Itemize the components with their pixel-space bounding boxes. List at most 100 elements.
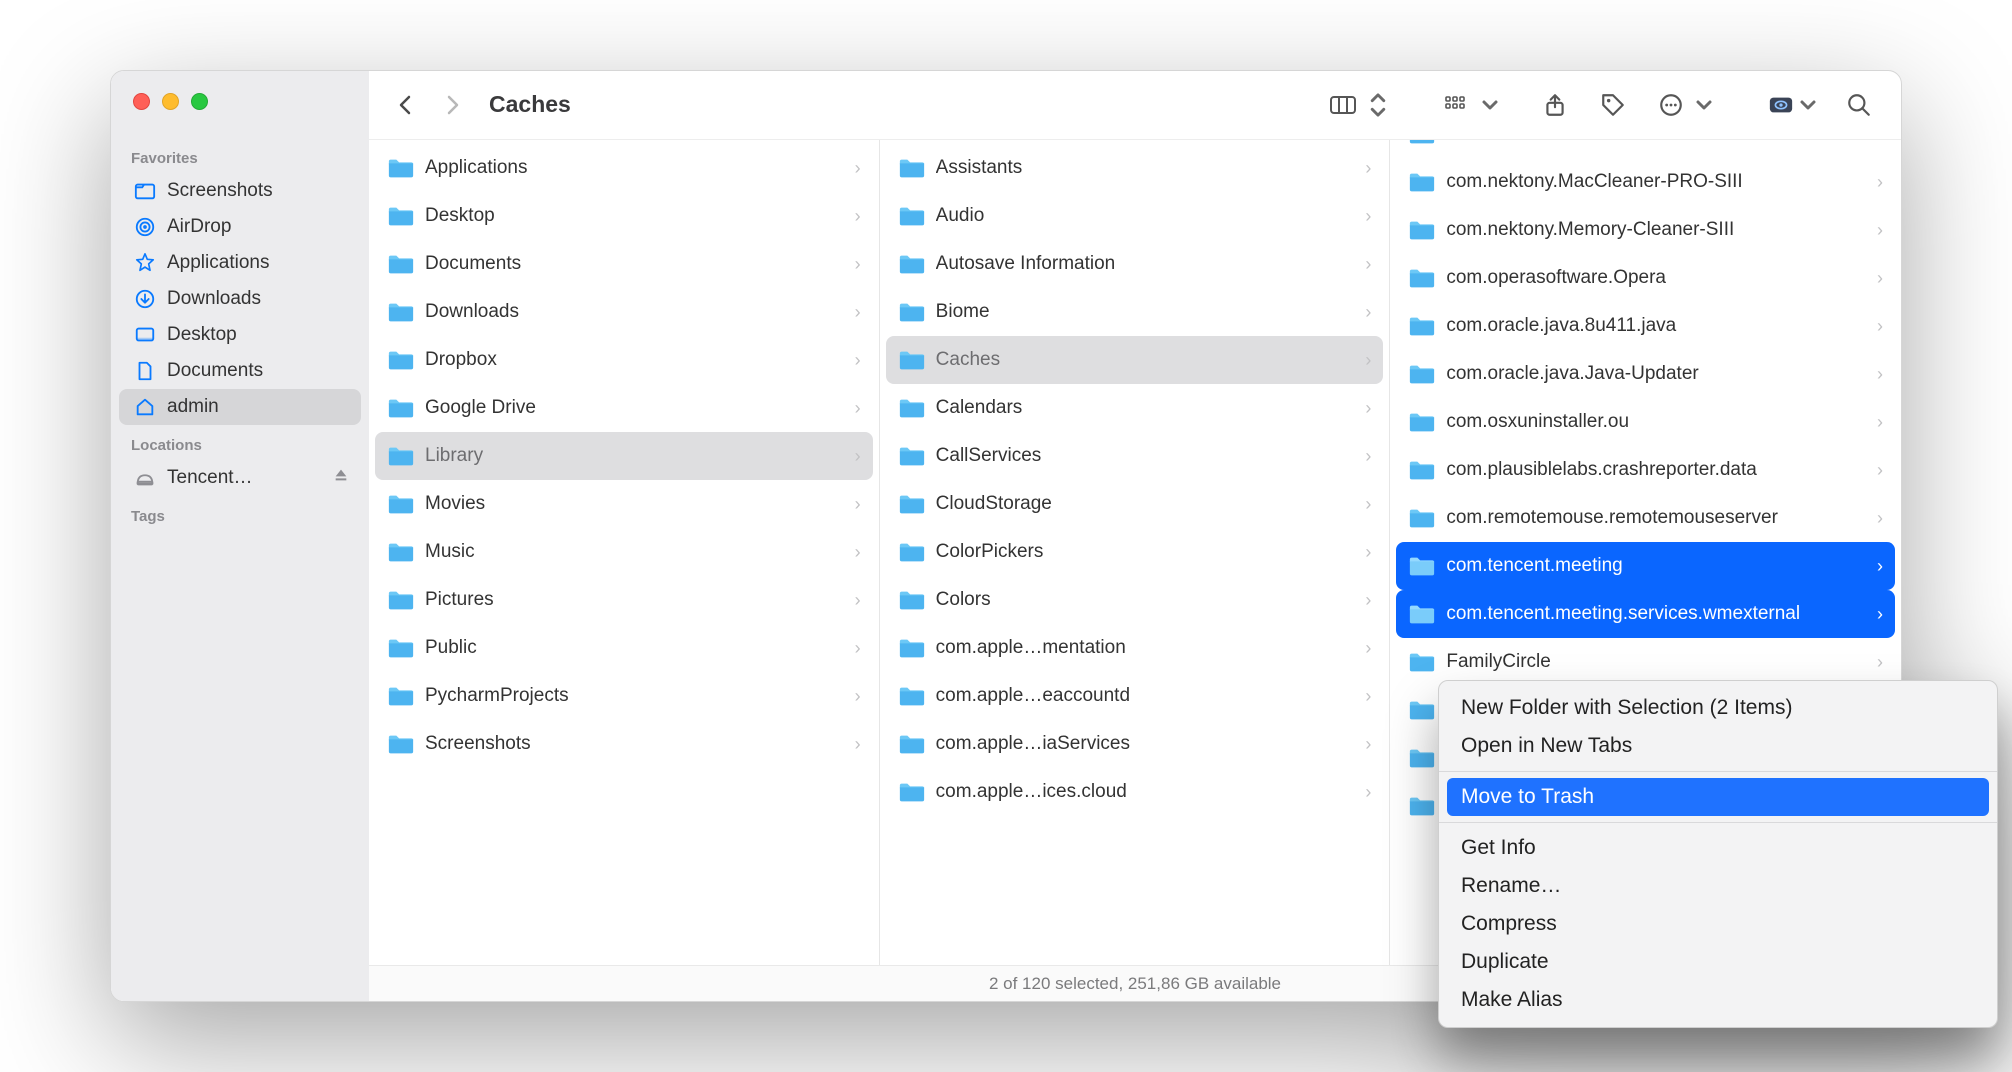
quicklook-button[interactable] [1759, 83, 1803, 127]
folder-row[interactable]: com.nektony.Memory-Cleaner-SIII› [1396, 206, 1895, 254]
folder-row[interactable]: Audio› [886, 192, 1384, 240]
folder-icon [387, 252, 415, 276]
folder-row[interactable]: com.apple…mentation› [886, 624, 1384, 672]
folder-row[interactable]: Biome› [886, 288, 1384, 336]
context-menu-item-label: Rename… [1461, 874, 1561, 898]
sidebar: Favorites Screenshots AirDrop Applicatio… [111, 71, 369, 1001]
folder-row[interactable]: com.operasoftware.Opera› [1396, 254, 1895, 302]
context-menu[interactable]: New Folder with Selection (2 Items)Open … [1438, 680, 1998, 1028]
folder-row[interactable]: Music› [375, 528, 873, 576]
folder-row[interactable]: ColorPickers› [886, 528, 1384, 576]
folder-icon [898, 300, 926, 324]
folder-row[interactable]: Assistants› [886, 144, 1384, 192]
folder-row[interactable]: Pictures› [375, 576, 873, 624]
context-menu-item-label: Get Info [1461, 836, 1536, 860]
eject-icon[interactable] [333, 467, 349, 489]
folder-row[interactable]: com.apple…ices.cloud› [886, 768, 1384, 816]
chevron-right-icon: › [1877, 172, 1883, 193]
column-1[interactable]: Applications›Desktop›Documents›Downloads… [369, 140, 880, 965]
folder-row[interactable]: Autosave Information› [886, 240, 1384, 288]
context-menu-item[interactable]: Rename… [1439, 867, 1997, 905]
folder-row[interactable]: Documents› [375, 240, 873, 288]
group-by-dropdown[interactable] [1481, 83, 1499, 127]
folder-row[interactable]: FamilyCircle› [1396, 638, 1895, 686]
folder-icon [898, 444, 926, 468]
folder-row[interactable]: PycharmProjects› [375, 672, 873, 720]
sidebar-item-tencent-disk[interactable]: Tencent… [119, 460, 361, 496]
folder-row[interactable]: com.osxuninstaller.ou› [1396, 398, 1895, 446]
folder-icon [387, 684, 415, 708]
sidebar-item-admin[interactable]: admin [119, 389, 361, 425]
folder-label: com.plausiblelabs.crashreporter.data [1446, 459, 1867, 481]
folder-row[interactable]: com.apple…iaServices› [886, 720, 1384, 768]
search-button[interactable] [1837, 83, 1881, 127]
back-button[interactable] [385, 85, 425, 125]
home-icon [133, 395, 157, 419]
fullscreen-window-button[interactable] [191, 93, 208, 110]
folder-label: Biome [936, 301, 1356, 323]
column-2[interactable]: Assistants›Audio›Autosave Information›Bi… [880, 140, 1391, 965]
context-menu-item[interactable]: Get Info [1439, 829, 1997, 867]
folder-icon [1408, 218, 1436, 242]
chevron-right-icon: › [855, 158, 861, 179]
minimize-window-button[interactable] [162, 93, 179, 110]
folder-row[interactable]: CloudStorage› [886, 480, 1384, 528]
folder-row[interactable]: Caches› [886, 336, 1384, 384]
folder-row[interactable]: com.tencent.meeting› [1396, 542, 1895, 590]
folder-icon [387, 204, 415, 228]
context-menu-item[interactable]: New Folder with Selection (2 Items) [1439, 689, 1997, 727]
folder-icon [1408, 314, 1436, 338]
folder-row[interactable]: com.apple…eaccountd› [886, 672, 1384, 720]
context-menu-item-label: Move to Trash [1461, 785, 1594, 809]
view-columns-button[interactable] [1321, 83, 1365, 127]
folder-row[interactable]: Library› [375, 432, 873, 480]
context-menu-item[interactable]: Duplicate [1439, 943, 1997, 981]
folder-row[interactable]: Public› [375, 624, 873, 672]
group-by-button[interactable] [1435, 83, 1479, 127]
folder-row[interactable]: Dropbox› [375, 336, 873, 384]
close-window-button[interactable] [133, 93, 150, 110]
view-options-dropdown[interactable] [1367, 83, 1389, 127]
share-button[interactable] [1533, 83, 1577, 127]
folder-row[interactable]: com.oracle.java.8u411.java› [1396, 302, 1895, 350]
folder-row[interactable]: Desktop› [375, 192, 873, 240]
context-menu-item[interactable]: Open in New Tabs [1439, 727, 1997, 765]
folder-row[interactable]: com.oracle.java.Java-Updater› [1396, 350, 1895, 398]
context-menu-item[interactable]: Make Alias [1439, 981, 1997, 1019]
folder-row[interactable]: Screenshots› [375, 720, 873, 768]
folder-row[interactable]: Google Drive› [375, 384, 873, 432]
sidebar-item-screenshots[interactable]: Screenshots [119, 173, 361, 209]
folder-row[interactable]: Movies› [375, 480, 873, 528]
folder-row[interactable]: CallServices› [886, 432, 1384, 480]
action-menu-dropdown[interactable] [1695, 83, 1713, 127]
folder-row[interactable]: Calendars› [886, 384, 1384, 432]
context-menu-item[interactable]: Compress [1439, 905, 1997, 943]
folder-row[interactable]: com.remotemouse.remotemouseserver› [1396, 494, 1895, 542]
folder-icon [387, 396, 415, 420]
sidebar-item-documents[interactable]: Documents [119, 353, 361, 389]
tags-button[interactable] [1591, 83, 1635, 127]
desktop-icon [133, 323, 157, 347]
chevron-right-icon: › [855, 206, 861, 227]
folder-row[interactable]: › [1396, 140, 1895, 158]
folder-icon [1408, 140, 1436, 146]
chevron-right-icon: › [1877, 220, 1883, 241]
folder-label: Movies [425, 493, 845, 515]
chevron-right-icon: › [1365, 638, 1371, 659]
sidebar-item-airdrop[interactable]: AirDrop [119, 209, 361, 245]
sidebar-item-desktop[interactable]: Desktop [119, 317, 361, 353]
folder-row[interactable]: Applications› [375, 144, 873, 192]
folder-row[interactable]: com.plausiblelabs.crashreporter.data› [1396, 446, 1895, 494]
sidebar-item-downloads[interactable]: Downloads [119, 281, 361, 317]
folder-row[interactable]: Downloads› [375, 288, 873, 336]
quicklook-dropdown[interactable] [1799, 83, 1817, 127]
action-menu-button[interactable] [1649, 83, 1693, 127]
folder-icon [898, 492, 926, 516]
folder-row[interactable]: com.nektony.MacCleaner-PRO-SIII› [1396, 158, 1895, 206]
sidebar-item-applications[interactable]: Applications [119, 245, 361, 281]
context-menu-item[interactable]: Move to Trash [1447, 778, 1989, 816]
folder-row[interactable]: Colors› [886, 576, 1384, 624]
forward-button[interactable] [433, 85, 473, 125]
folder-label: Public [425, 637, 845, 659]
folder-row[interactable]: com.tencent.meeting.services.wmexternal› [1396, 590, 1895, 638]
